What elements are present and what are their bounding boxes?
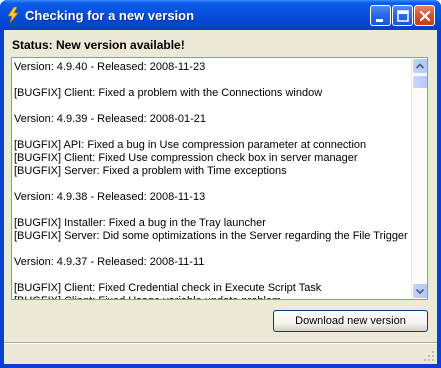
changelog-line [14, 126, 409, 139]
changelog-line [14, 74, 409, 87]
update-dialog-window: Checking for a new version Status: New v… [0, 0, 441, 368]
changelog-line: [BUGFIX] Server: Fixed a problem with Ti… [14, 165, 287, 177]
scroll-down-button[interactable] [412, 283, 427, 299]
minimize-button[interactable] [370, 5, 391, 26]
minimize-icon [376, 19, 383, 22]
changelog-line [14, 100, 409, 113]
changelog-line: [BUGFIX] Installer: Fixed a bug in the T… [14, 217, 266, 229]
changelog-line: Version: 4.9.37 - Released: 2008-11-11 [14, 256, 205, 268]
changelog-lines: Version: 4.9.40 - Released: 2008-11-23 [B… [14, 61, 409, 299]
chevron-up-icon [415, 63, 425, 69]
changelog-line: [BUGFIX] Server: Did some optimizations … [14, 230, 408, 242]
changelog-line: Version: 4.9.39 - Released: 2008-01-21 [14, 113, 207, 125]
changelog-line [14, 204, 409, 217]
changelog-line: [BUGFIX] Client: Fixed Usage variable up… [14, 295, 409, 299]
close-icon [419, 10, 431, 22]
chevron-down-icon [415, 288, 425, 295]
vertical-scrollbar[interactable] [411, 58, 427, 299]
window-title: Checking for a new version [25, 8, 195, 23]
download-new-version-button[interactable]: Download new version [273, 310, 428, 332]
status-label: Status: New version available! [12, 38, 185, 52]
changelog-line [14, 178, 409, 191]
close-button[interactable] [414, 5, 435, 26]
status-bar [4, 342, 437, 364]
changelog-line: [BUGFIX] Client: Fixed Credential check … [14, 282, 322, 294]
changelog-line: Version: 4.9.38 - Released: 2008-11-13 [14, 191, 206, 203]
scroll-thumb[interactable] [412, 75, 427, 89]
resize-grip-icon[interactable] [423, 350, 435, 362]
changelog-line: Version: 4.9.40 - Released: 2008-11-23 [14, 61, 206, 73]
changelog-line [14, 243, 409, 256]
dialog-body: Status: New version available! Version: … [4, 30, 437, 364]
changelog-line: [BUGFIX] Client: Fixed Use compression c… [14, 152, 358, 164]
changelog-line: [BUGFIX] API: Fixed a bug in Use compres… [14, 139, 367, 151]
app-lightning-icon [7, 7, 19, 23]
scroll-up-button[interactable] [412, 58, 427, 74]
maximize-icon [397, 10, 409, 22]
changelog-line [14, 269, 409, 282]
title-bar[interactable]: Checking for a new version [0, 0, 441, 30]
maximize-button[interactable] [392, 5, 413, 26]
changelog-textarea[interactable]: Version: 4.9.40 - Released: 2008-11-23 [B… [11, 57, 428, 300]
changelog-line: [BUGFIX] Client: Fixed a problem with th… [14, 87, 323, 99]
